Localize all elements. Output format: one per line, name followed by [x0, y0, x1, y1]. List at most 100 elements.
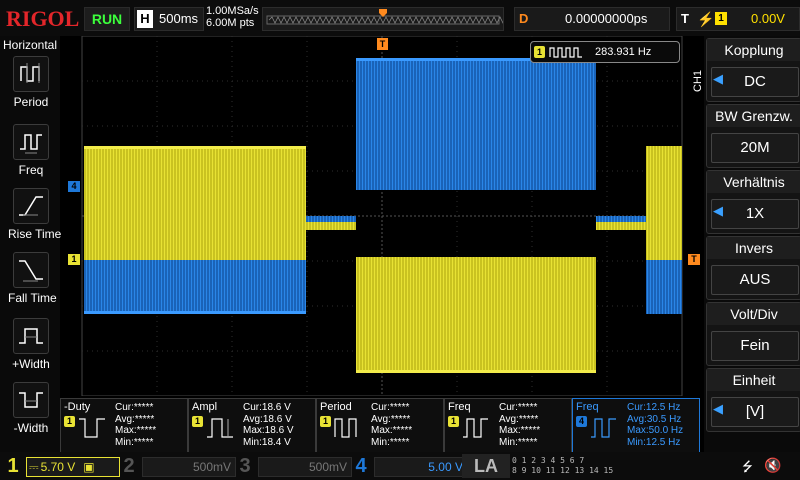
channel-1-status[interactable]: 1 ⎓ 5.70 V ▣: [2, 454, 120, 478]
stat-average: Avg:*****: [115, 413, 155, 425]
stat-average: Avg:18.6 V: [243, 413, 292, 425]
frequency-label: Freq: [18, 163, 44, 177]
unit-menu-item[interactable]: Einheit [V] ◀: [706, 368, 800, 432]
dc-coupling-icon: ⎓: [29, 460, 39, 474]
coupling-title: Kopplung: [707, 39, 800, 61]
measurement-channel-badge: 1: [192, 416, 203, 427]
measurement-name: Ampl: [192, 401, 218, 413]
run-stop-indicator[interactable]: RUN: [84, 7, 130, 31]
bandwidth-limit-menu-item[interactable]: BW Grenzw. 20M: [706, 104, 800, 168]
frequency-counter[interactable]: 1 283.931 Hz: [530, 41, 680, 63]
stat-minimum: Min:18.4 V: [243, 436, 291, 448]
channel-3-scale: 500mV: [258, 457, 352, 477]
channel-2-status[interactable]: 2 500mV: [118, 454, 236, 478]
probe-ratio-title: Verhältnis: [707, 171, 800, 193]
coupling-arrow-icon: ◀: [713, 71, 723, 86]
stat-maximum: Max:50.0 Hz: [627, 425, 684, 436]
trigger-level-marker[interactable]: T: [688, 254, 700, 265]
measure-positive-width-button[interactable]: +Width: [8, 318, 54, 371]
negative-duty-icon: [79, 418, 105, 438]
volts-div-title: Volt/Div: [707, 303, 800, 325]
ch4-offset-marker[interactable]: 4: [68, 181, 80, 192]
measurement-stats: Cur:12.5 Hz Avg:30.5 Hz Max:50.0 Hz Min:…: [627, 402, 683, 448]
measurement-stats: Cur:18.6 V Avg:18.6 V Max:18.6 V Min:18.…: [243, 402, 294, 448]
usb-icon: ⭍: [742, 459, 753, 474]
channel-1-scale-value: 5.70 V: [40, 460, 76, 474]
measurement-name: -Duty: [64, 401, 91, 413]
ch1-marker-label: 1: [71, 254, 77, 264]
measure-fall-time-button[interactable]: Fall Time: [8, 252, 57, 305]
ch4-marker-label: 4: [71, 181, 77, 191]
coupling-value: DC: [711, 67, 799, 97]
delay-value: 0.00000000ps: [565, 11, 648, 26]
stat-current: Cur:18.6 V: [243, 402, 291, 413]
measure-period-button[interactable]: Period: [8, 56, 54, 109]
delay-box[interactable]: D 0.00000000ps: [514, 7, 670, 31]
trigger-marker-label: T: [379, 39, 386, 49]
measurement-channel-badge: 1: [448, 416, 459, 427]
channel-menu-tag: CH1: [692, 69, 704, 92]
timebase-box[interactable]: H 500ms: [134, 7, 204, 31]
frequency-icon: [13, 124, 49, 160]
measurement-slot[interactable]: Freq 1 Cur:***** Avg:***** Max:***** Min…: [444, 398, 572, 454]
channel-menu-panel: CH1 Kopplung DC ◀ BW Grenzw. 20M Verhält…: [692, 36, 800, 452]
negative-width-label: -Width: [13, 421, 49, 435]
logic-channels-low: 0 1 2 3 4 5 6 7: [512, 456, 585, 465]
memory-overview-strip[interactable]: [262, 7, 519, 31]
measurement-slot[interactable]: Period 1 Cur:***** Avg:***** Max:***** M…: [316, 398, 444, 454]
stat-maximum: Max:*****: [115, 425, 157, 436]
positive-width-label: +Width: [12, 357, 50, 371]
measurement-slot[interactable]: -Duty 1 Cur:***** Avg:***** Max:***** Mi…: [60, 398, 188, 454]
memory-waveform-icon: [266, 9, 519, 25]
measure-frequency-button[interactable]: Freq: [8, 124, 54, 177]
stat-current: Cur:*****: [115, 402, 154, 413]
stat-maximum: Max:*****: [371, 425, 413, 436]
invert-menu-item[interactable]: Invers AUS: [706, 236, 800, 300]
measurement-stats: Cur:***** Avg:***** Max:***** Min:*****: [371, 402, 412, 448]
logic-channel-grid: 0 1 2 3 4 5 6 7 8 9 10 11 12 13 14 15: [512, 456, 622, 476]
measurement-slot[interactable]: Ampl 1 Cur:18.6 V Avg:18.6 V Max:18.6 V …: [188, 398, 316, 454]
period-icon: [334, 418, 357, 438]
channel-4-status[interactable]: 4 5.00 V: [350, 454, 468, 478]
fall-time-label: Fall Time: [8, 291, 57, 305]
stat-current: Cur:12.5 Hz: [627, 402, 681, 413]
speaker-muted-icon[interactable]: 🔇: [764, 457, 781, 474]
rising-edge-icon: ⚡: [697, 11, 715, 27]
bottom-channel-bar: 1 ⎓ 5.70 V ▣ 2 500mV 3 500mV 4 5.00 V LA 0…: [0, 452, 800, 480]
probe-ratio-menu-item[interactable]: Verhältnis 1X ◀: [706, 170, 800, 234]
measurement-stats: Cur:***** Avg:***** Max:***** Min:*****: [115, 402, 156, 448]
top-status-bar: RIGOL RUN H 500ms 1.00MSa/s 6.00M pts D …: [0, 0, 800, 36]
stat-minimum: Min:*****: [115, 436, 154, 448]
frequency-icon: [463, 418, 488, 438]
waveform-display[interactable]: T 4 1 T 1 283.931 Hz: [62, 35, 702, 397]
period-label: Period: [13, 95, 49, 109]
channel-4-scale: 5.00 V: [374, 457, 468, 477]
measurement-slot[interactable]: Freq 4 Cur:12.5 Hz Avg:30.5 Hz Max:50.0 …: [572, 398, 700, 454]
channel-3-status[interactable]: 3 500mV: [234, 454, 352, 478]
unit-arrow-icon: ◀: [713, 401, 723, 416]
trigger-level: 0.00V: [751, 11, 785, 26]
measure-rise-time-button[interactable]: Rise Time: [8, 188, 61, 241]
timebase-value: 500ms: [159, 11, 199, 26]
logic-analyzer-button[interactable]: LA: [462, 454, 510, 478]
horizontal-measure-panel: Horizontal Period Freq Rise Time Fall Ti…: [0, 36, 61, 452]
volts-div-value: Fein: [711, 331, 799, 361]
trigger-box[interactable]: T ⚡ 1 0.00V: [676, 7, 800, 31]
ch1-offset-marker[interactable]: 1: [68, 254, 80, 265]
frequency-icon: [591, 418, 616, 438]
negative-width-icon: [13, 382, 49, 418]
coupling-menu-item[interactable]: Kopplung DC ◀: [706, 38, 800, 102]
period-icon: [13, 56, 49, 92]
trigger-position-marker[interactable]: T: [377, 38, 388, 50]
probe-ratio-value: 1X: [711, 199, 799, 229]
stat-maximum: Max:18.6 V: [243, 425, 294, 436]
stat-maximum: Max:*****: [499, 425, 541, 436]
volts-div-menu-item[interactable]: Volt/Div Fein: [706, 302, 800, 366]
delay-label: D: [519, 11, 529, 26]
panel-title: Horizontal: [3, 38, 58, 52]
counter-value: 283.931 Hz: [595, 46, 652, 58]
logic-channels-high: 8 9 10 11 12 13 14 15: [512, 466, 614, 475]
waveform-canvas: [81, 35, 683, 397]
measure-negative-width-button[interactable]: -Width: [8, 382, 54, 435]
brand-logo: RIGOL: [6, 6, 80, 31]
